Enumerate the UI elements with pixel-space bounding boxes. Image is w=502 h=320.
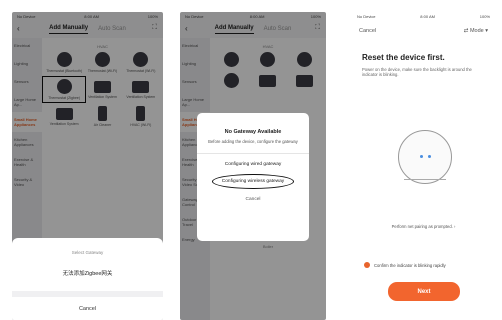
wired-gateway-option[interactable]: Configuring wired gateway bbox=[225, 162, 282, 167]
instructions: Power on the device, make sure the backl… bbox=[362, 67, 472, 77]
device-base bbox=[404, 172, 446, 180]
phone-screen-reset-device: No Device 8:00 AM 100% Cancel ⇄ Mode ▾ R… bbox=[352, 12, 495, 320]
select-gateway-sheet: Select Gateway 无法添加Zigbee网关 Cancel bbox=[12, 238, 163, 320]
phone-screen-no-gateway: No Device 8:00 AM 100% ‹ Add Manually Au… bbox=[180, 12, 326, 320]
gateway-option[interactable]: 无法添加Zigbee网关 bbox=[63, 269, 113, 277]
divider bbox=[12, 291, 163, 297]
top-bar: Cancel ⇄ Mode ▾ bbox=[352, 21, 495, 41]
no-gateway-dialog: No Gateway Available Before adding the d… bbox=[197, 113, 309, 241]
confirm-blinking-checkbox[interactable]: Confirm the indicator is blinking rapidl… bbox=[364, 262, 446, 268]
battery-label: 100% bbox=[479, 14, 490, 19]
cancel-button[interactable]: Cancel bbox=[359, 28, 376, 34]
dialog-message: Before adding the device, configure the … bbox=[208, 139, 298, 144]
checkbox-checked-icon bbox=[364, 262, 370, 268]
device-illustration bbox=[390, 122, 460, 198]
chevron-down-icon: ▾ bbox=[483, 28, 488, 34]
indicator-led-icon bbox=[428, 155, 431, 158]
clock-label: 8:00 AM bbox=[420, 14, 435, 19]
confirm-label: Confirm the indicator is blinking rapidl… bbox=[374, 262, 446, 268]
cancel-button[interactable]: Cancel bbox=[246, 197, 261, 202]
status-bar: No Device 8:00 AM 100% bbox=[352, 12, 495, 21]
wireless-gateway-option[interactable]: Configuring wireless gateway bbox=[211, 174, 295, 189]
divider bbox=[197, 153, 309, 154]
carrier-label: No Device bbox=[357, 14, 376, 19]
page-title: Reset the device first. bbox=[362, 53, 445, 62]
mode-button[interactable]: ⇄ Mode ▾ bbox=[464, 28, 488, 34]
pairing-help-link[interactable]: Perform net pairing as prompted. › bbox=[352, 224, 495, 229]
phone-screen-select-gateway: No Device 8:00 AM 100% ‹ Add Manually Au… bbox=[12, 12, 163, 320]
indicator-led-icon bbox=[420, 155, 423, 158]
cancel-button[interactable]: Cancel bbox=[79, 306, 96, 312]
sheet-title: Select Gateway bbox=[71, 250, 104, 255]
chevron-right-icon: › bbox=[452, 224, 456, 229]
next-button[interactable]: Next bbox=[388, 282, 460, 301]
